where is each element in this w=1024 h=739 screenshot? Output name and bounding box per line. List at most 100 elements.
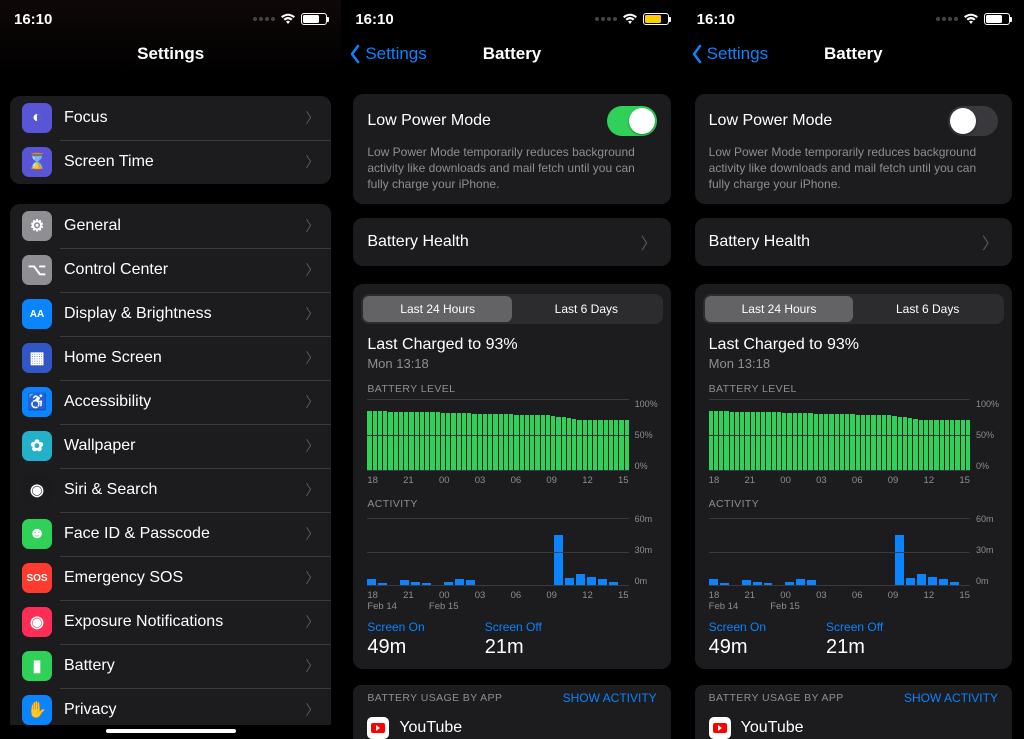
activity-y-axis: 60m30m0m — [629, 514, 665, 586]
chevron-right-icon: 〉 — [305, 348, 319, 368]
wifi-icon — [622, 13, 638, 25]
seg-24h[interactable]: Last 24 Hours — [363, 296, 512, 322]
screen-on-label: Screen On — [367, 620, 424, 634]
lpm-toggle[interactable] — [948, 106, 998, 136]
home-indicator[interactable] — [106, 729, 236, 734]
settings-row-screen-time[interactable]: ⌛Screen Time〉 — [10, 140, 331, 184]
status-time: 16:10 — [697, 11, 735, 28]
battery-health-row[interactable]: Battery Health〉 — [353, 218, 670, 266]
lpm-toggle[interactable] — [607, 106, 657, 136]
settings-row-general[interactable]: ⚙General〉 — [10, 204, 331, 248]
battery-icon — [643, 13, 669, 25]
chevron-right-icon: 〉 — [305, 480, 319, 500]
activity-x-axis: 1821000306091215 — [695, 586, 1012, 601]
battery-icon: ▮ — [22, 651, 52, 681]
back-button[interactable]: Settings — [691, 44, 768, 64]
settings-label: Face ID & Passcode — [64, 525, 305, 543]
show-activity-button[interactable]: SHOW ACTIVITY — [563, 691, 657, 705]
activity-x-axis: 1821000306091215 — [353, 586, 670, 601]
settings-label: Accessibility — [64, 393, 305, 411]
usage-by-app-header: BATTERY USAGE BY APPSHOW ACTIVITY — [353, 685, 670, 711]
nav-title: Settings — [137, 44, 204, 64]
chevron-right-icon: 〉 — [305, 436, 319, 456]
nav-bar: Settings — [0, 32, 341, 76]
settings-label: Home Screen — [64, 349, 305, 367]
youtube-icon — [709, 717, 731, 739]
settings-row-wallpaper[interactable]: ✿Wallpaper〉 — [10, 424, 331, 468]
chevron-right-icon: 〉 — [305, 656, 319, 676]
battery-screen-lpm-off: 16:10SettingsBatteryLow Power ModeLow Po… — [683, 0, 1024, 739]
wifi-icon — [280, 13, 296, 25]
screen-on-label: Screen On — [709, 620, 766, 634]
battery-level-chart — [709, 399, 970, 471]
time-range-segmented-control[interactable]: Last 24 HoursLast 6 Days — [361, 294, 662, 324]
settings-row-siri-search[interactable]: ◉ Siri & Search〉 — [10, 468, 331, 512]
battery-chart-section: Last 24 HoursLast 6 Days Last Charged to … — [353, 284, 670, 669]
back-button[interactable]: Settings — [349, 44, 426, 64]
low-power-mode-section: Low Power ModeLow Power Mode temporarily… — [353, 94, 670, 204]
x-axis-hours: 1821000306091215 — [353, 471, 670, 486]
battery-health-row[interactable]: Battery Health〉 — [695, 218, 1012, 266]
lpm-label: Low Power Mode — [367, 112, 491, 130]
settings-label: Display & Brightness — [64, 305, 305, 323]
chevron-right-icon: 〉 — [305, 260, 319, 280]
display-brightness-icon: AA — [22, 299, 52, 329]
last-charged-time: Mon 13:18 — [695, 356, 1012, 371]
chevron-right-icon: 〉 — [641, 230, 657, 254]
activity-chart — [367, 518, 628, 586]
screen-time-summary: Screen On49mScreen Off21m — [353, 612, 670, 659]
wifi-icon — [963, 13, 979, 25]
seg-6d[interactable]: Last 6 Days — [512, 296, 661, 322]
screen-time-icon: ⌛ — [22, 147, 52, 177]
settings-row-emergency-sos[interactable]: SOSEmergency SOS〉 — [10, 556, 331, 600]
settings-row-home-screen[interactable]: ▦ Home Screen〉 — [10, 336, 331, 380]
settings-label: Siri & Search — [64, 481, 305, 499]
time-range-segmented-control[interactable]: Last 24 HoursLast 6 Days — [703, 294, 1004, 324]
x-axis-hours: 1821000306091215 — [695, 471, 1012, 486]
chevron-right-icon: 〉 — [982, 230, 998, 254]
siri-search-icon: ◉ — [22, 475, 52, 505]
activity-header: ACTIVITY — [695, 486, 1012, 514]
nav-bar: SettingsBattery — [683, 32, 1024, 76]
settings-row-battery[interactable]: ▮Battery〉 — [10, 644, 331, 688]
lpm-label: Low Power Mode — [709, 112, 833, 130]
settings-label: Exposure Notifications — [64, 613, 305, 631]
battery-health-section: Battery Health〉 — [695, 218, 1012, 266]
activity-y-axis: 60m30m0m — [970, 514, 1006, 586]
activity-header: ACTIVITY — [353, 486, 670, 514]
screen-time-summary: Screen On49mScreen Off21m — [695, 612, 1012, 659]
seg-6d[interactable]: Last 6 Days — [853, 296, 1002, 322]
app-usage-row-youtube[interactable]: YouTube — [353, 711, 670, 739]
battery-screen-lpm-on: 16:10SettingsBatteryLow Power ModeLow Po… — [341, 0, 682, 739]
settings-row-accessibility[interactable]: ♿Accessibility〉 — [10, 380, 331, 424]
settings-row-focus[interactable]: ◐Focus〉 — [10, 96, 331, 140]
nav-bar: SettingsBattery — [341, 32, 682, 76]
settings-label: Control Center — [64, 261, 305, 279]
settings-row-control-center[interactable]: ⌥Control Center〉 — [10, 248, 331, 292]
privacy-icon: ✋ — [22, 695, 52, 725]
settings-label: Emergency SOS — [64, 569, 305, 587]
settings-row-privacy[interactable]: ✋Privacy〉 — [10, 688, 331, 725]
settings-row-exposure[interactable]: ◉Exposure Notifications〉 — [10, 600, 331, 644]
chevron-right-icon: 〉 — [305, 524, 319, 544]
app-name: YouTube — [399, 719, 462, 737]
settings-row-display-brightness[interactable]: AADisplay & Brightness〉 — [10, 292, 331, 336]
battery-level-chart — [367, 399, 628, 471]
cellular-icon — [595, 17, 617, 21]
seg-24h[interactable]: Last 24 Hours — [705, 296, 854, 322]
chevron-right-icon: 〉 — [305, 568, 319, 588]
home-screen-icon: ▦ — [22, 343, 52, 373]
cellular-icon — [253, 17, 275, 21]
x-axis-dates: Feb 14Feb 15 — [695, 601, 1012, 612]
last-charged-label: Last Charged to 93% — [353, 328, 670, 356]
settings-row-face-id-passcode[interactable]: ☻Face ID & Passcode〉 — [10, 512, 331, 556]
battery-chart-section: Last 24 HoursLast 6 DaysLast Charged to … — [695, 284, 1012, 669]
app-usage-row-youtube[interactable]: YouTube — [695, 711, 1012, 739]
battery-health-section: Battery Health〉 — [353, 218, 670, 266]
chevron-right-icon: 〉 — [305, 392, 319, 412]
settings-label: Focus — [64, 109, 305, 127]
status-time: 16:10 — [14, 11, 52, 28]
settings-label: Privacy — [64, 701, 305, 719]
show-activity-button[interactable]: SHOW ACTIVITY — [904, 691, 998, 705]
settings-label: General — [64, 217, 305, 235]
